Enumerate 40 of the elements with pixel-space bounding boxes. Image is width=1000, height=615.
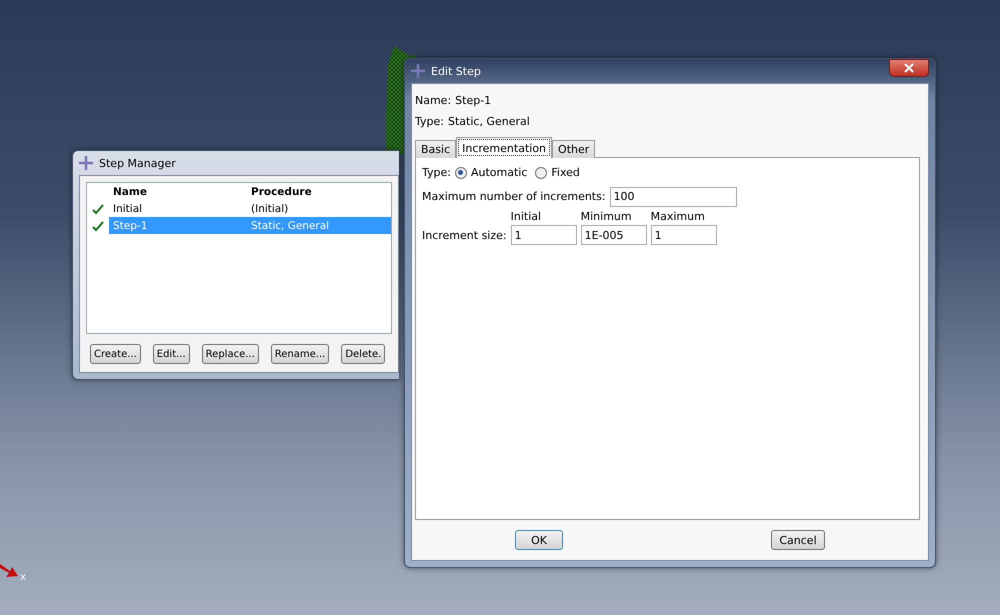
window-icon	[79, 156, 93, 170]
field-label: Name:	[415, 94, 452, 107]
dialog-button[interactable]: Cancel	[771, 530, 825, 550]
column-header: Maximum	[650, 210, 706, 223]
tab[interactable]: Basic	[415, 140, 456, 158]
dialog-button[interactable]: Delete.	[341, 344, 386, 364]
radio-option[interactable]: Automatic	[454, 166, 532, 179]
input-field[interactable]: 100	[610, 186, 737, 206]
dialog-button[interactable]: Rename...	[270, 344, 330, 364]
column-header: Minimum	[580, 210, 633, 223]
input-field[interactable]: 1	[510, 225, 577, 245]
field-label: Maximum number of increments:	[422, 190, 606, 203]
axis-label: x	[20, 572, 26, 583]
tab[interactable]: Other	[552, 140, 596, 158]
table-cell: Step-1	[109, 217, 247, 234]
field-label: Increment size:	[422, 228, 507, 242]
table-cell-text: Initial	[112, 202, 144, 216]
column-header: Initial	[510, 210, 542, 223]
step-name: Step-1	[455, 94, 492, 107]
step-type: Static, General	[448, 115, 530, 128]
dialog-button[interactable]: OK	[515, 530, 563, 550]
input-field[interactable]: 1	[650, 225, 717, 245]
close-button[interactable]	[889, 59, 929, 77]
tab[interactable]: Incrementation	[456, 137, 552, 158]
step-row[interactable]: Initial (Initial)	[87, 200, 391, 217]
window-icon	[411, 64, 425, 78]
column-header: Procedure	[250, 186, 313, 198]
dialog-button[interactable]: Edit...	[152, 344, 190, 364]
radio-option[interactable]: Fixed	[535, 166, 584, 179]
column-header: Name	[112, 186, 148, 198]
dialog-button[interactable]: Replace...	[202, 344, 259, 364]
window-title: Step Manager	[99, 156, 176, 170]
input-field[interactable]: 1E-005	[580, 225, 647, 245]
close-icon	[904, 63, 914, 73]
dialog-button[interactable]: Create...	[90, 344, 141, 364]
field-label: Type:	[422, 166, 451, 179]
window-title: Edit Step	[431, 64, 481, 78]
table-cell: Static, General	[247, 217, 391, 234]
field-label: Type:	[415, 115, 444, 128]
table-cell-text: (Initial)	[250, 202, 290, 216]
